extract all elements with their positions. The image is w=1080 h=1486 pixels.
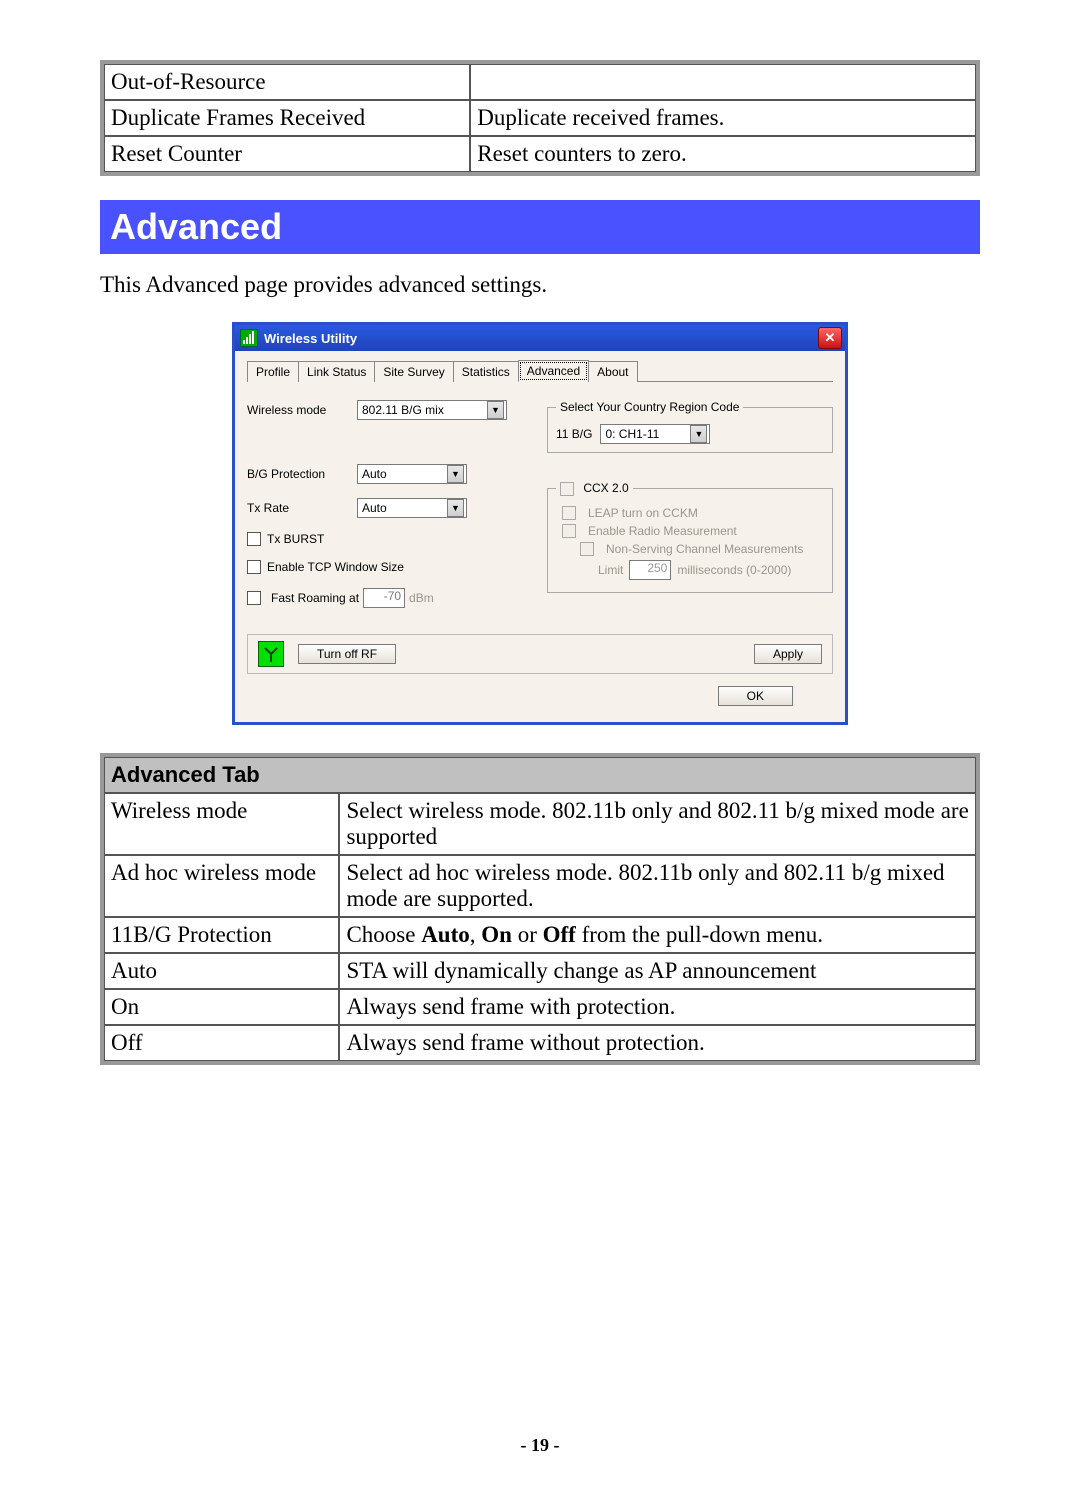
txburst-label: Tx BURST: [267, 532, 324, 546]
close-icon: ✕: [825, 330, 836, 346]
wireless-mode-label: Wireless mode: [247, 403, 357, 417]
cell-label: Out-of-Resource: [104, 64, 470, 100]
chevron-down-icon: ▼: [487, 401, 504, 419]
limit-value: 250: [629, 560, 671, 580]
cell-label: Auto: [104, 953, 339, 989]
table-row: Reset CounterReset counters to zero.: [104, 136, 976, 172]
rf-indicator-icon: [258, 641, 284, 667]
cell-label: Off: [104, 1025, 339, 1061]
leap-checkbox: [562, 506, 576, 520]
bg-protection-value: Auto: [362, 467, 447, 481]
table-row: OffAlways send frame without protection.: [104, 1025, 976, 1061]
top-description-table: Out-of-ResourceDuplicate Frames Received…: [100, 60, 980, 176]
ccx-legend: CCX 2.0: [583, 481, 628, 495]
tab-profile[interactable]: Profile: [247, 361, 299, 382]
cell-desc: STA will dynamically change as AP announ…: [339, 953, 976, 989]
limit-unit: milliseconds (0-2000): [677, 563, 791, 577]
table-row: OnAlways send frame with protection.: [104, 989, 976, 1025]
txrate-label: Tx Rate: [247, 501, 357, 515]
cell-label: 11B/G Protection: [104, 917, 339, 953]
table-row: 11B/G ProtectionChoose Auto, On or Off f…: [104, 917, 976, 953]
intro-text: This Advanced page provides advanced set…: [100, 272, 980, 298]
cell-label: Reset Counter: [104, 136, 470, 172]
tab-site-survey[interactable]: Site Survey: [374, 361, 453, 382]
apply-button[interactable]: Apply: [754, 644, 822, 664]
cell-label: Duplicate Frames Received: [104, 100, 470, 136]
section-heading-advanced: Advanced: [100, 200, 980, 254]
fast-roaming-label: Fast Roaming at: [271, 591, 359, 605]
tab-about[interactable]: About: [588, 361, 637, 382]
bg-protection-label: B/G Protection: [247, 467, 357, 481]
cell-label: Ad hoc wireless mode: [104, 855, 339, 917]
table-row: AutoSTA will dynamically change as AP an…: [104, 953, 976, 989]
cell-desc: Choose Auto, On or Off from the pull-dow…: [339, 917, 976, 953]
leap-label: LEAP turn on CCKM: [588, 506, 698, 520]
page-number: - 19 -: [0, 1435, 1080, 1456]
wireless-utility-dialog: Wireless Utility ✕ ProfileLink StatusSit…: [232, 322, 848, 725]
txrate-value: Auto: [362, 501, 447, 515]
ccx-checkbox[interactable]: [560, 482, 574, 496]
nonserving-label: Non-Serving Channel Measurements: [606, 542, 803, 556]
advanced-tab-table: Advanced Tab Wireless modeSelect wireles…: [100, 753, 980, 1065]
chevron-down-icon: ▼: [690, 425, 707, 443]
region-group: Select Your Country Region Code 11 B/G 0…: [547, 400, 833, 453]
ok-button[interactable]: OK: [718, 686, 793, 706]
txrate-combo[interactable]: Auto ▼: [357, 498, 467, 518]
region-label: 11 B/G: [556, 427, 592, 441]
chevron-down-icon: ▼: [447, 465, 464, 483]
tab-advanced[interactable]: Advanced: [518, 360, 589, 382]
cell-desc: Duplicate received frames.: [470, 100, 976, 136]
tab-statistics[interactable]: Statistics: [453, 361, 519, 382]
advanced-tab-header: Advanced Tab: [104, 757, 976, 793]
table-row: Duplicate Frames ReceivedDuplicate recei…: [104, 100, 976, 136]
region-combo[interactable]: 0: CH1-11 ▼: [600, 424, 710, 444]
wireless-mode-combo[interactable]: 802.11 B/G mix ▼: [357, 400, 507, 420]
chevron-down-icon: ▼: [447, 499, 464, 517]
turn-off-rf-button[interactable]: Turn off RF: [298, 644, 396, 664]
cell-desc: Always send frame with protection.: [339, 989, 976, 1025]
limit-label: Limit: [598, 563, 623, 577]
cell-desc: Reset counters to zero.: [470, 136, 976, 172]
bg-protection-combo[interactable]: Auto ▼: [357, 464, 467, 484]
cell-desc: Always send frame without protection.: [339, 1025, 976, 1061]
radio-measure-label: Enable Radio Measurement: [588, 524, 737, 538]
titlebar: Wireless Utility ✕: [235, 325, 845, 351]
signal-icon: [240, 329, 258, 347]
bottom-bar: Turn off RF Apply: [247, 634, 833, 674]
txburst-checkbox[interactable]: [247, 532, 261, 546]
nonserving-checkbox: [580, 542, 594, 556]
radio-measure-checkbox: [562, 524, 576, 538]
fast-roaming-unit: dBm: [409, 591, 434, 605]
ccx-group: CCX 2.0 LEAP turn on CCKM Enable Radio M…: [547, 481, 833, 593]
table-row: Out-of-Resource: [104, 64, 976, 100]
fast-roaming-checkbox[interactable]: [247, 591, 261, 605]
wireless-mode-value: 802.11 B/G mix: [362, 403, 487, 417]
dialog-body: ProfileLink StatusSite SurveyStatisticsA…: [235, 351, 845, 722]
cell-label: On: [104, 989, 339, 1025]
tab-link-status[interactable]: Link Status: [298, 361, 375, 382]
region-value: 0: CH1-11: [605, 427, 690, 441]
close-button[interactable]: ✕: [818, 327, 842, 349]
tcp-window-checkbox[interactable]: [247, 560, 261, 574]
cell-desc: [470, 64, 976, 100]
tcp-window-label: Enable TCP Window Size: [267, 560, 404, 574]
dialog-title: Wireless Utility: [264, 331, 818, 346]
region-legend: Select Your Country Region Code: [556, 400, 743, 414]
table-row: Ad hoc wireless modeSelect ad hoc wirele…: [104, 855, 976, 917]
cell-desc: Select wireless mode. 802.11b only and 8…: [339, 793, 976, 855]
tab-strip: ProfileLink StatusSite SurveyStatisticsA…: [247, 359, 833, 382]
cell-label: Wireless mode: [104, 793, 339, 855]
table-row: Wireless modeSelect wireless mode. 802.1…: [104, 793, 976, 855]
cell-desc: Select ad hoc wireless mode. 802.11b onl…: [339, 855, 976, 917]
fast-roaming-value[interactable]: -70: [363, 588, 405, 608]
